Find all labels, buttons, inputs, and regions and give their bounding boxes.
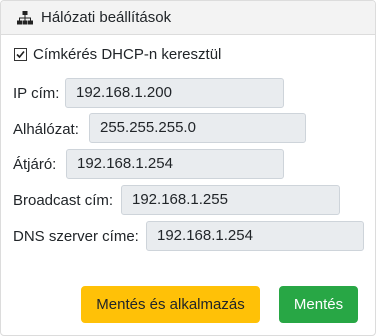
- subnet-field[interactable]: 255.255.255.0: [89, 113, 306, 143]
- network-settings-card: Hálózati beállítások Címkérés DHCP-n ker…: [0, 0, 376, 336]
- dns-server-field[interactable]: 192.168.1.254: [146, 221, 364, 251]
- gateway-label: Átjáró:: [13, 156, 57, 173]
- dns-server-label: DNS szerver címe:: [13, 228, 139, 245]
- card-header: Hálózati beállítások: [1, 1, 375, 35]
- dhcp-checkbox[interactable]: [14, 48, 27, 61]
- ip-address-field[interactable]: 192.168.1.200: [65, 78, 284, 108]
- save-button[interactable]: Mentés: [279, 286, 358, 323]
- subnet-label: Alhálózat:: [13, 121, 79, 138]
- broadcast-label: Broadcast cím:: [13, 192, 114, 209]
- dhcp-checkbox-label[interactable]: Címkérés DHCP-n keresztül: [33, 45, 221, 65]
- sitemap-icon: [17, 11, 33, 25]
- broadcast-field[interactable]: 192.168.1.255: [121, 185, 340, 215]
- ip-address-label: IP cím:: [13, 85, 60, 102]
- gateway-field[interactable]: 192.168.1.254: [66, 149, 284, 179]
- save-and-apply-button[interactable]: Mentés és alkalmazás: [81, 286, 260, 323]
- card-title: Hálózati beállítások: [41, 9, 172, 26]
